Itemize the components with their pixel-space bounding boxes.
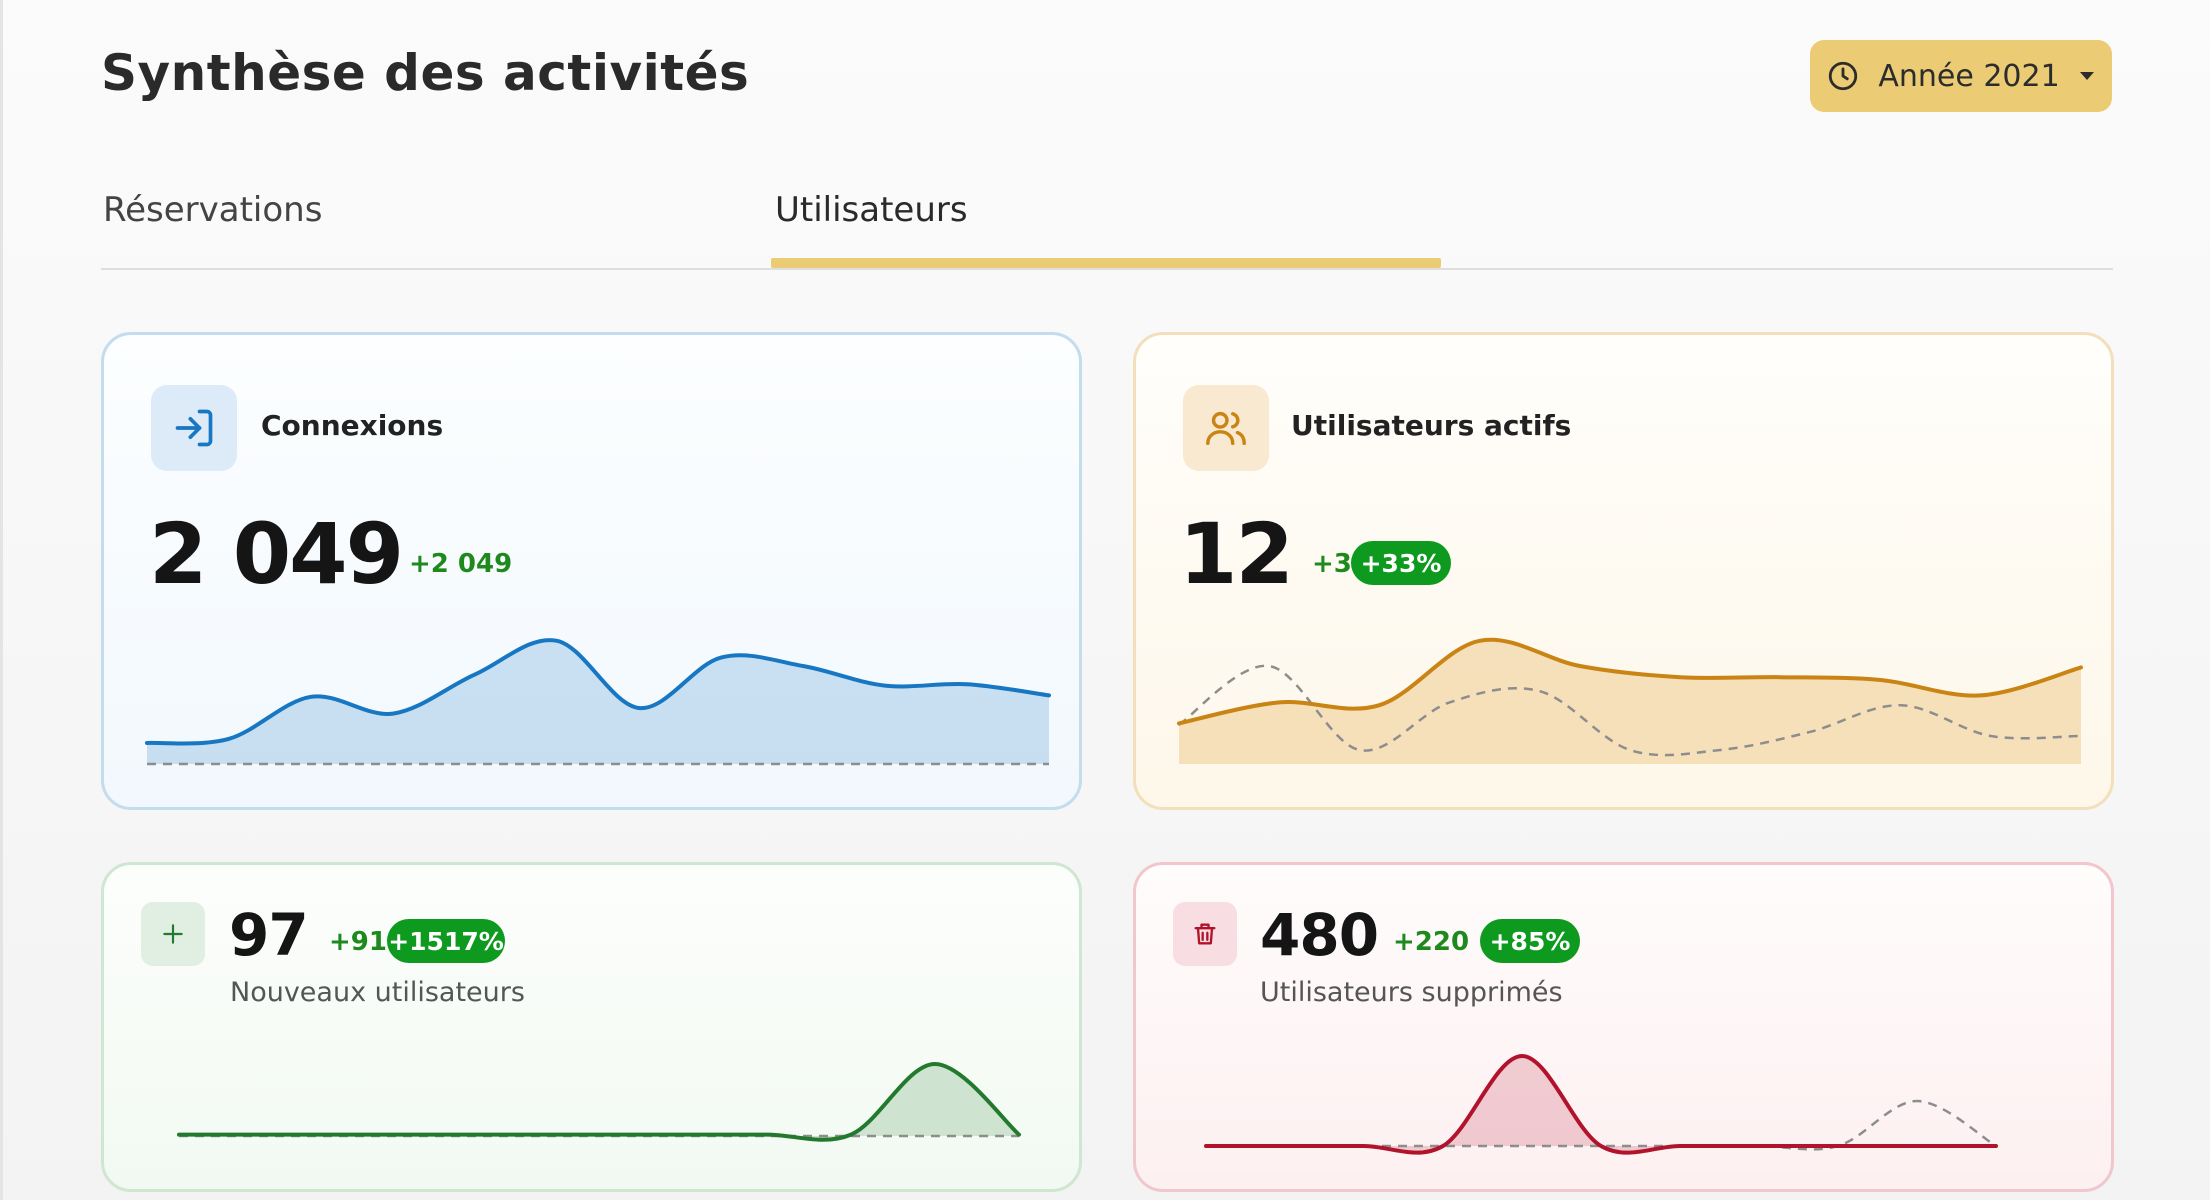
year-select-button[interactable]: Année 2021: [1810, 40, 2112, 112]
connexions-area-fill: [147, 640, 1049, 764]
utilisateurs-supprimes-comparison-line: [1206, 1099, 1997, 1151]
nouveaux-utilisateurs-area-fill: [179, 1064, 1019, 1140]
left-edge: [0, 0, 3, 1200]
card-utilisateurs-supprimes: 480 +220 +85% Utilisateurs supprimés: [1133, 862, 2114, 1192]
card-nouveaux-utilisateurs: 97 +91 +1517% Nouveaux utilisateurs: [101, 862, 1082, 1192]
page-title: Synthèse des activités: [101, 44, 750, 102]
supprimes-chart: [1204, 1053, 1998, 1155]
active-tab-indicator: [771, 258, 1441, 268]
utilisateurs-actifs-area-fill: [1179, 639, 2081, 764]
nouveaux-chart: [177, 1061, 1021, 1142]
connexions-chart: [145, 638, 1051, 766]
card-utilisateurs-actifs: Utilisateurs actifs 12 +3 +33%: [1133, 332, 2114, 810]
tab-utilisateurs[interactable]: Utilisateurs: [775, 190, 968, 230]
card-connexions: Connexions 2 049 +2 049: [101, 332, 1082, 810]
caret-down-icon: [2079, 72, 2094, 80]
utilisateurs-supprimes-area-fill: [1206, 1056, 1996, 1153]
tab-reservations[interactable]: Réservations: [103, 190, 322, 230]
tab-bar: Réservations Utilisateurs: [101, 180, 2113, 270]
actifs-chart: [1177, 637, 2083, 764]
clock-icon: [1829, 61, 1858, 91]
year-select-label: Année 2021: [1878, 58, 2060, 94]
utilisateurs-supprimes-series-line: [1204, 1053, 1998, 1155]
